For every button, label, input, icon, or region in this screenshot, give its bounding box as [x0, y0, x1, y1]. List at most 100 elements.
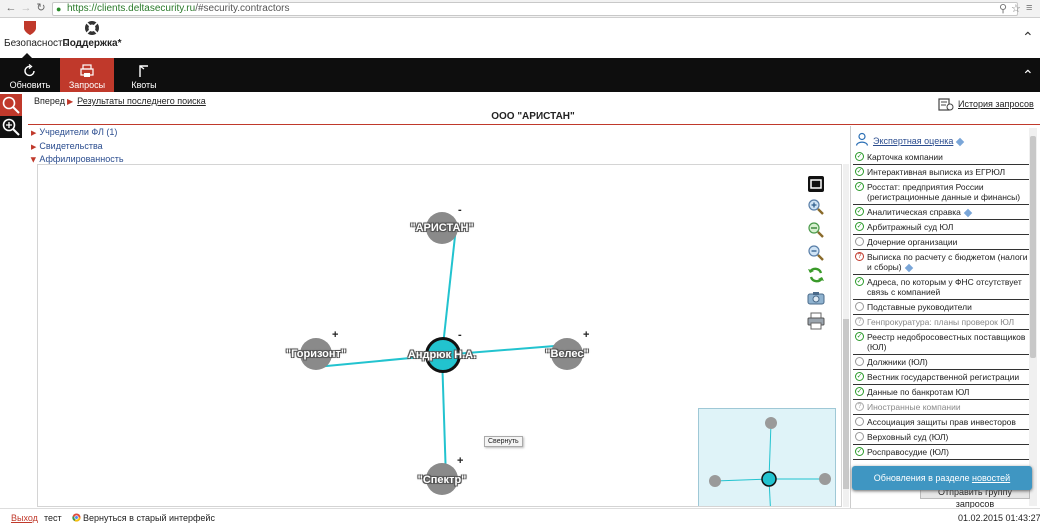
node-andryuk-label[interactable]: Андрюк Н.А. — [408, 349, 476, 361]
request-type-item[interactable]: Дочерние организации — [853, 235, 1031, 250]
requests-button[interactable]: Запросы — [60, 58, 114, 92]
empty-circle-icon — [855, 357, 864, 366]
empty-circle-icon — [855, 432, 864, 441]
affiliation-graph[interactable]: "АРИСТАН" - "Горизонт" + Андрюк Н.А. - "… — [37, 164, 842, 507]
node-veles-label[interactable]: "Велес" — [545, 348, 588, 360]
print-icon[interactable] — [807, 312, 825, 330]
quotas-button[interactable]: Квоты — [117, 58, 171, 92]
check-circle-icon: ✓ — [855, 222, 864, 231]
node-gorizont-expand[interactable]: + — [332, 329, 338, 341]
request-type-item[interactable]: ✓ Карточка компании — [853, 150, 1031, 165]
node-gorizont-label[interactable]: "Горизонт" — [286, 348, 346, 360]
news-toast[interactable]: Обновления в разделе новостей — [852, 466, 1032, 490]
check-circle-icon: ✓ — [855, 207, 864, 216]
back-icon[interactable]: ← — [5, 2, 17, 14]
node-aristan-collapse[interactable]: - — [458, 204, 462, 216]
tree-affiliation[interactable]: ▶ Аффилированность — [30, 154, 124, 164]
request-type-item[interactable]: ✓ Интерактивная выписка из ЕГРЮЛ — [853, 165, 1031, 180]
reload-icon[interactable]: ↻ — [35, 2, 47, 14]
collapse-header-icon[interactable]: ⌃ — [1022, 30, 1034, 44]
breadcrumb-forward[interactable]: Вперед — [34, 96, 65, 106]
fullscreen-icon[interactable] — [807, 175, 825, 193]
request-type-item[interactable]: ? Генпрокуратура: планы проверок ЮЛ — [853, 315, 1031, 330]
edge-andryuk-spektr — [441, 354, 447, 480]
right-panel-scrollbar[interactable] — [1029, 128, 1037, 506]
expert-assessment[interactable]: Экспертная оценка — [855, 132, 1035, 148]
request-type-item[interactable]: ✓ Арбитражный суд ЮЛ — [853, 220, 1031, 235]
request-type-label: Карточка компании — [867, 152, 943, 162]
refresh-icon — [24, 64, 35, 77]
tab-support[interactable]: Поддержка* — [62, 18, 122, 58]
refresh-button[interactable]: Обновить — [3, 58, 57, 92]
check-circle-icon: ✓ — [855, 167, 864, 176]
request-types-list: ✓ Карточка компании ✓ Интерактивная выписка… — [853, 150, 1031, 460]
question-circle-icon: ? — [855, 252, 864, 261]
request-type-item[interactable]: Должники (ЮЛ) — [853, 355, 1031, 370]
request-type-item[interactable]: ✓ Аналитическая справка — [853, 205, 1031, 220]
request-type-label: Интерактивная выписка из ЕГРЮЛ — [867, 167, 1006, 177]
request-type-label: Ассоциация защиты прав инвесторов — [867, 417, 1016, 427]
expand-arrow-icon: ▶ — [31, 144, 37, 151]
user-icon — [855, 132, 869, 146]
star-icon[interactable]: ☆ — [1011, 2, 1021, 15]
forward-icon[interactable]: → — [20, 2, 32, 14]
zoom-fit-icon[interactable] — [807, 221, 825, 239]
check-circle-icon: ✓ — [855, 277, 864, 286]
zoom-out-icon[interactable] — [807, 244, 825, 262]
node-veles-expand[interactable]: + — [583, 329, 589, 341]
zoom-in-icon[interactable] — [807, 198, 825, 216]
request-type-label: Генпрокуратура: планы проверок ЮЛ — [867, 317, 1015, 327]
info-diamond-icon — [963, 208, 973, 217]
request-type-item[interactable]: ? Выписка по расчету с бюджетом (налоги и… — [853, 250, 1031, 275]
app-window: ← → ↻ ● https://clients.deltasecurity.ru… — [0, 0, 1040, 527]
request-type-item[interactable]: Верховный суд (ЮЛ) — [853, 430, 1031, 445]
url-bar[interactable]: ● https://clients.deltasecurity.ru/#secu… — [52, 2, 1018, 16]
tree-founders[interactable]: ▶ Учредители ФЛ (1) — [31, 127, 117, 137]
graph-scrollbar[interactable] — [843, 164, 849, 507]
request-type-item[interactable]: ✓ Данные по банкротам ЮЛ — [853, 385, 1031, 400]
request-type-item[interactable]: ? Иностранные компании — [853, 400, 1031, 415]
key-icon[interactable]: ⚲ — [999, 2, 1007, 15]
history-icon — [938, 98, 954, 111]
request-type-label: Данные по банкротам ЮЛ — [867, 387, 970, 397]
breadcrumb: Вперед ▶ Результаты последнего поиска — [34, 96, 206, 106]
node-andryuk-collapse[interactable]: - — [458, 329, 462, 341]
check-circle-icon: ✓ — [855, 387, 864, 396]
request-type-item[interactable]: ✓ Реестр недобросовестных поставщиков (ЮЛ… — [853, 330, 1031, 355]
breadcrumb-last-search[interactable]: Результаты последнего поиска — [77, 96, 206, 106]
graph-minimap[interactable] — [698, 408, 836, 506]
quotas-label: Квоты — [131, 80, 157, 90]
news-toast-link[interactable]: новостей — [972, 473, 1010, 483]
right-panel-scrollbar-thumb[interactable] — [1030, 136, 1036, 358]
menu-icon[interactable]: ≡ — [1026, 2, 1032, 14]
refresh-layout-icon[interactable] — [807, 266, 825, 284]
request-type-item[interactable]: ✓ Вестник государственной регистрации — [853, 370, 1031, 385]
url-host: https://clients.deltasecurity.ru — [67, 3, 196, 14]
tab-security[interactable]: Безопасность — [4, 18, 68, 58]
request-type-label: Аналитическая справка — [867, 207, 961, 217]
request-type-item[interactable]: Подставные руководители — [853, 300, 1031, 315]
chrome-icon — [72, 513, 81, 522]
request-types-panel: Экспертная оценка ✓ Карточка компании ✓ Инт… — [850, 126, 1040, 508]
history-link-label: История запросов — [958, 99, 1034, 109]
request-type-label: Подставные руководители — [867, 302, 972, 312]
request-type-item[interactable]: ✓ Росправосудие (ЮЛ) — [853, 445, 1031, 460]
logout-link[interactable]: Выход — [11, 513, 38, 523]
tree-certificates[interactable]: ▶ Свидетельства — [31, 141, 103, 151]
node-aristan-label[interactable]: "АРИСТАН" — [410, 222, 473, 234]
minimap-graph — [709, 417, 831, 506]
lock-icon: ● — [56, 4, 62, 14]
camera-icon[interactable] — [807, 289, 825, 307]
expert-assessment-label: Экспертная оценка — [873, 136, 965, 146]
tree-affiliation-label: Аффилированность — [39, 154, 124, 164]
tree-certificates-label: Свидетельства — [39, 141, 103, 151]
request-type-item[interactable]: Ассоциация защиты прав инвесторов — [853, 415, 1031, 430]
graph-scrollbar-thumb[interactable] — [843, 319, 849, 489]
collapse-toolbar-icon[interactable]: ⌃ — [1022, 68, 1034, 82]
node-spektr-expand[interactable]: + — [457, 455, 463, 467]
question-circle-icon: ? — [855, 317, 864, 326]
requests-label: Запросы — [68, 80, 106, 90]
request-type-item[interactable]: ✓ Росстат: предприятия России (регистраци… — [853, 180, 1031, 205]
node-spektr-label[interactable]: "Спектр" — [418, 474, 467, 486]
request-type-item[interactable]: ✓ Адреса, по которым у ФНС отсутствует св… — [853, 275, 1031, 300]
